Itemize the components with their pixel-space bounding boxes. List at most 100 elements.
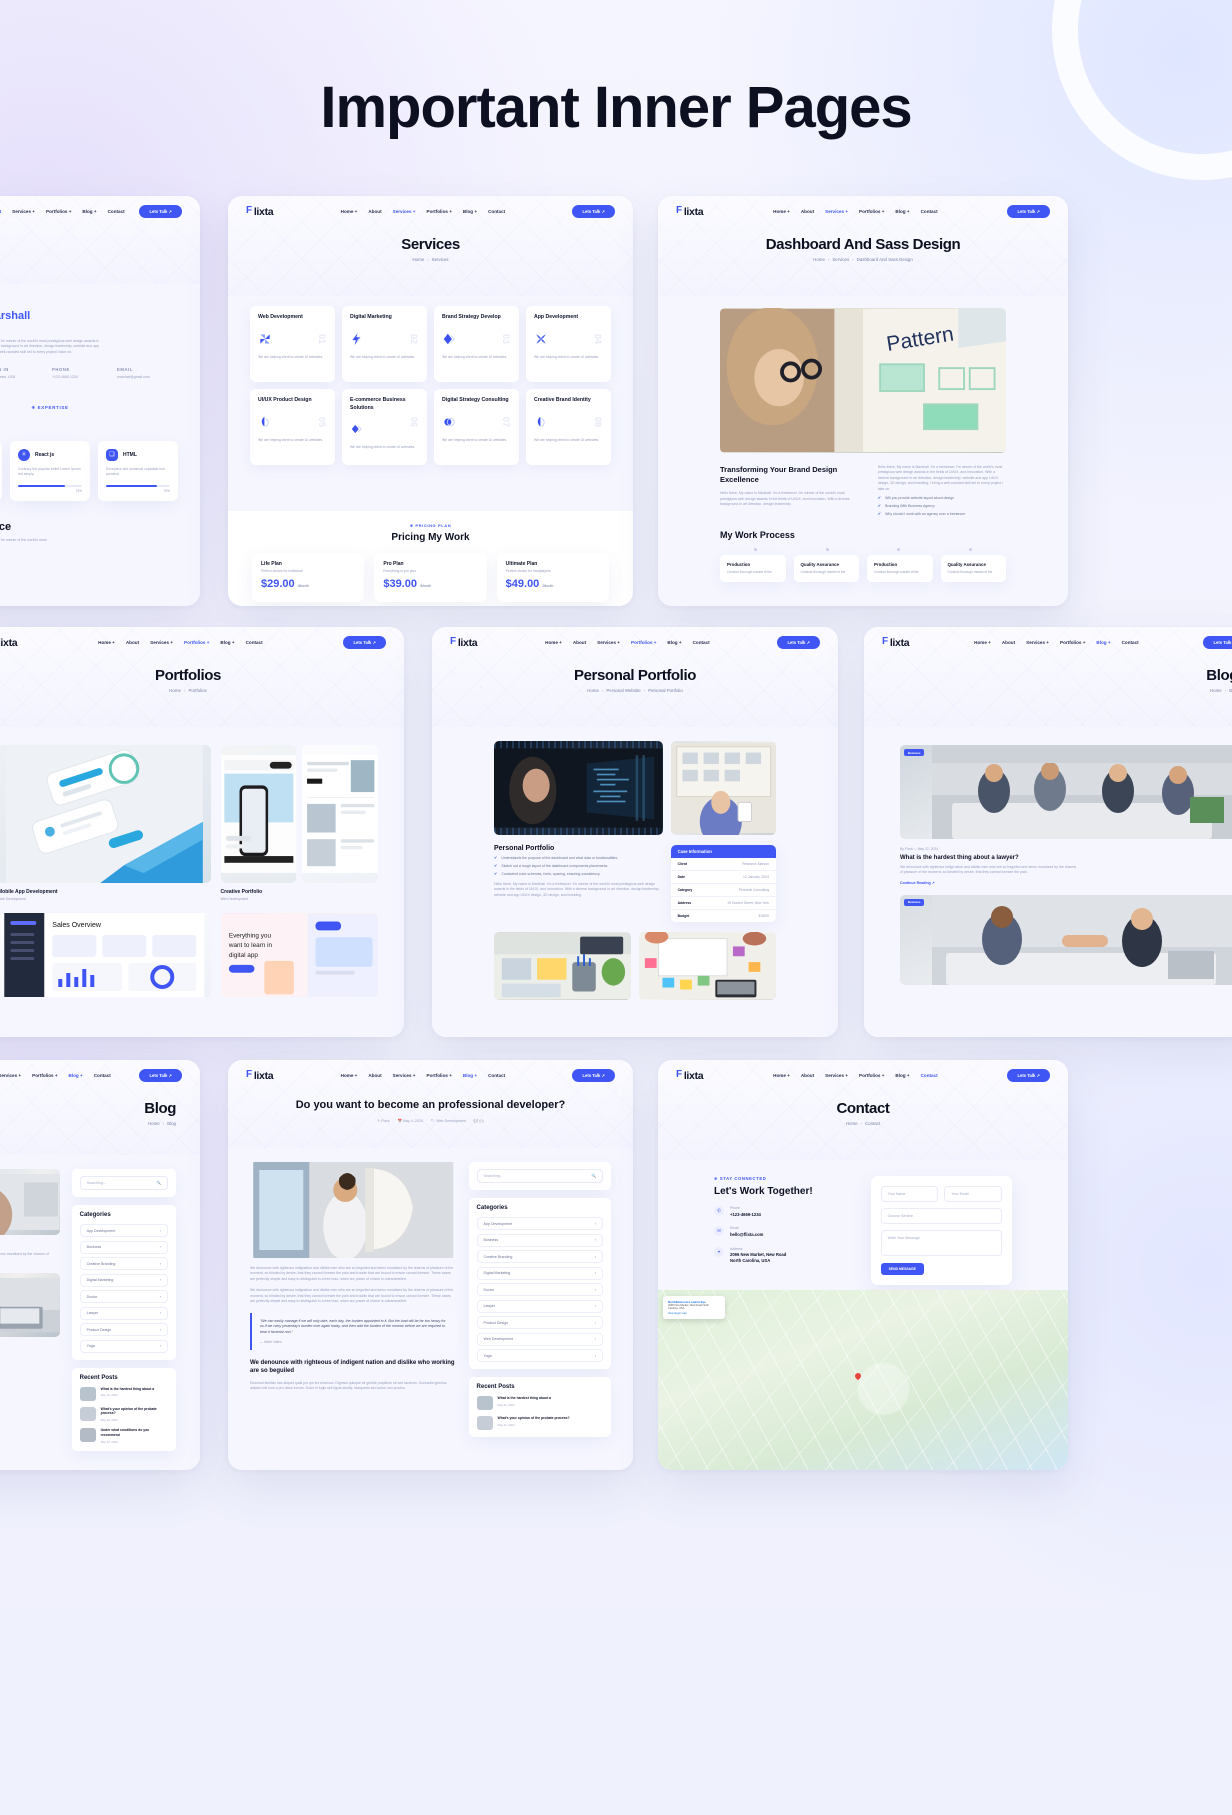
- nav-item-contact[interactable]: Contact: [921, 209, 938, 214]
- nav-links[interactable]: Home + About Services + Portfolios + Blo…: [341, 1073, 506, 1078]
- contact-phone[interactable]: ✆ Phone +123-4669-1234: [714, 1206, 849, 1217]
- contact-navbar[interactable]: F lixta Home + About Services + Portfoli…: [658, 1060, 1068, 1088]
- portfolio-thumb-sales-dashboard[interactable]: Sales Overview: [0, 913, 211, 997]
- nav-item-contact[interactable]: Contact: [1122, 640, 1139, 645]
- brand-logo[interactable]: F lixta: [676, 1069, 704, 1082]
- lets-talk-button[interactable]: Lets Talk ↗: [572, 205, 615, 218]
- breadcrumb-home[interactable]: Home: [412, 257, 424, 262]
- recent-post-row[interactable]: What's your opinion of the probate proce…: [79, 1406, 168, 1422]
- nav-item-services[interactable]: Services +: [150, 640, 173, 645]
- portfolio-item[interactable]: Creative Portfolio Web Development: [220, 745, 378, 901]
- recent-post-row[interactable]: Under what conditions do you recommend Ma…: [79, 1428, 168, 1444]
- nav-item-blog[interactable]: Blog +: [220, 640, 234, 645]
- nav-item-services[interactable]: Services +: [393, 209, 416, 214]
- nav-item-contact[interactable]: Contact: [488, 1073, 505, 1078]
- nav-links[interactable]: Home + About Services + Portfolios + Blo…: [974, 640, 1139, 645]
- nav-item-portfolios[interactable]: Portfolios +: [859, 1073, 884, 1078]
- brand-logo[interactable]: F lixta: [246, 1069, 274, 1082]
- search-widget[interactable]: Searching... 🔍: [468, 1162, 611, 1190]
- first-name-input[interactable]: Your Name: [880, 1186, 939, 1202]
- nav-item-blog[interactable]: Blog +: [1096, 640, 1110, 645]
- service-card[interactable]: UI/UX Product Design 05 We are helping c…: [250, 389, 335, 465]
- nav-item-contact[interactable]: Contact: [246, 640, 263, 645]
- lets-talk-button[interactable]: Lets Talk ↗: [343, 636, 386, 649]
- bloggrid-navbar[interactable]: F lixta Home + About Services + Portfoli…: [864, 627, 1232, 655]
- service-card[interactable]: Digital Marketing 02 We are helping clie…: [342, 306, 427, 382]
- card-services[interactable]: F lixta Home + About Services + Portfoli…: [228, 196, 633, 606]
- process-card[interactable]: Production Conduct thorough market of the: [720, 555, 786, 582]
- nav-item-about[interactable]: About: [368, 209, 381, 214]
- breadcrumb-home[interactable]: Home: [148, 1121, 160, 1126]
- nav-item-blog[interactable]: Blog +: [69, 1073, 83, 1078]
- category-row[interactable]: Lawyer ›: [79, 1306, 168, 1320]
- category-row[interactable]: Yoga ›: [79, 1339, 168, 1353]
- nav-links[interactable]: Home + About Services + Portfolios + Blo…: [773, 209, 938, 214]
- card-blog-grid[interactable]: F lixta Home + About Services + Portfoli…: [864, 627, 1232, 1037]
- service-card[interactable]: Creative Brand Identity 08 We are helpin…: [526, 389, 611, 465]
- nav-item-home[interactable]: Home +: [773, 209, 790, 214]
- card-dashboard[interactable]: F lixta Home + About Services + Portfoli…: [658, 196, 1068, 606]
- search-icon[interactable]: 🔍: [592, 1174, 596, 1178]
- post-title[interactable]: What is the hardest thing about a lawyer…: [900, 855, 1080, 861]
- card-blog-detail[interactable]: F lixta Home + About Services + Portfoli…: [228, 1060, 633, 1470]
- card-contact[interactable]: F lixta Home + About Services + Portfoli…: [658, 1060, 1068, 1470]
- nav-links[interactable]: Home + About Services + Portfolios + Blo…: [0, 209, 125, 214]
- card-personal-portfolio[interactable]: F lixta Home + About Services + Portfoli…: [432, 627, 838, 1037]
- nav-item-about[interactable]: About: [801, 1073, 814, 1078]
- nav-item-blog[interactable]: Blog +: [82, 209, 96, 214]
- category-row[interactable]: Doctor ›: [79, 1290, 168, 1303]
- nav-item-about[interactable]: About: [801, 209, 814, 214]
- nav-item-contact[interactable]: Contact: [693, 640, 710, 645]
- nav-item-blog[interactable]: Blog +: [667, 640, 681, 645]
- brand-logo[interactable]: F lixta: [676, 205, 704, 218]
- service-select[interactable]: Choose Service: [880, 1208, 1002, 1224]
- lets-talk-button[interactable]: Lets Talk ↗: [1007, 1069, 1050, 1082]
- services-navbar[interactable]: F lixta Home + About Services + Portfoli…: [228, 196, 633, 224]
- category-row[interactable]: Digital Marketing ›: [79, 1273, 168, 1287]
- nav-item-about[interactable]: About: [126, 640, 139, 645]
- nav-item-portfolios[interactable]: Portfolios +: [859, 209, 884, 214]
- process-card[interactable]: Quality Assurance Conduct thorough market…: [793, 555, 859, 582]
- plan-card[interactable]: Pro Plan Everything in pro plus $39.00 /…: [374, 553, 487, 602]
- breadcrumb-home[interactable]: Home: [169, 688, 181, 693]
- category-row[interactable]: Business ›: [79, 1240, 168, 1254]
- card-portfolios[interactable]: F lixta Home + About Services + Portfoli…: [0, 627, 404, 1037]
- nav-item-about[interactable]: About: [1002, 640, 1015, 645]
- search-icon[interactable]: 🔍: [157, 1181, 161, 1185]
- service-card[interactable]: Web Development 01 We are helping client…: [250, 306, 335, 382]
- nav-item-blog[interactable]: Blog +: [463, 209, 477, 214]
- nav-item-portfolios[interactable]: Portfolios +: [184, 640, 209, 645]
- service-card[interactable]: App Development 04 We are helping client…: [526, 306, 611, 382]
- blogdetail-navbar[interactable]: F lixta Home + About Services + Portfoli…: [228, 1060, 633, 1088]
- map-larger-link[interactable]: View larger map: [668, 1312, 720, 1315]
- nav-item-about[interactable]: About: [368, 1073, 381, 1078]
- nav-links[interactable]: Home + About Services + Portfolios + Blo…: [98, 640, 263, 645]
- category-row[interactable]: App Development ›: [79, 1224, 168, 1237]
- personal-navbar[interactable]: F lixta Home + About Services + Portfoli…: [432, 627, 838, 655]
- nav-item-home[interactable]: Home +: [974, 640, 991, 645]
- breadcrumb-home[interactable]: Home: [1210, 688, 1222, 693]
- brand-logo[interactable]: F lixta: [882, 636, 910, 649]
- lets-talk-button[interactable]: Lets Talk ↗: [572, 1069, 615, 1082]
- message-textarea[interactable]: Write Your Message: [880, 1230, 1002, 1256]
- skill-card[interactable]: ⚛ React js Contrary the popular belief Lo…: [10, 440, 90, 501]
- nav-item-blog[interactable]: Blog +: [895, 209, 909, 214]
- about-navbar[interactable]: F lixta Home + About Services + Portfoli…: [0, 196, 200, 224]
- nav-item-portfolios[interactable]: Portfolios +: [427, 209, 452, 214]
- portfolios-navbar[interactable]: F lixta Home + About Services + Portfoli…: [0, 627, 404, 655]
- nav-item-home[interactable]: Home +: [98, 640, 115, 645]
- nav-item-portfolios[interactable]: Portfolios +: [427, 1073, 452, 1078]
- nav-item-services[interactable]: Services +: [0, 1073, 21, 1078]
- nav-item-home[interactable]: Home +: [545, 640, 562, 645]
- category-row[interactable]: Doctor ›: [476, 1283, 603, 1296]
- nav-item-services[interactable]: Services +: [12, 209, 35, 214]
- category-row[interactable]: Business ›: [476, 1233, 603, 1247]
- send-message-button[interactable]: SEND MESSAGE: [880, 1263, 924, 1275]
- blog-post-card[interactable]: Business By Flora • May 22, 2024 What is…: [900, 745, 1232, 885]
- breadcrumb-services[interactable]: Services: [832, 257, 849, 262]
- nav-item-portfolios[interactable]: Portfolios +: [32, 1073, 57, 1078]
- lets-talk-button[interactable]: Lets Talk ↗: [1007, 205, 1050, 218]
- service-card[interactable]: E-commerce Business Solutions 06 We are …: [342, 389, 427, 465]
- breadcrumb-mid[interactable]: Personal Website: [606, 688, 640, 693]
- brand-logo[interactable]: F lixta: [246, 205, 274, 218]
